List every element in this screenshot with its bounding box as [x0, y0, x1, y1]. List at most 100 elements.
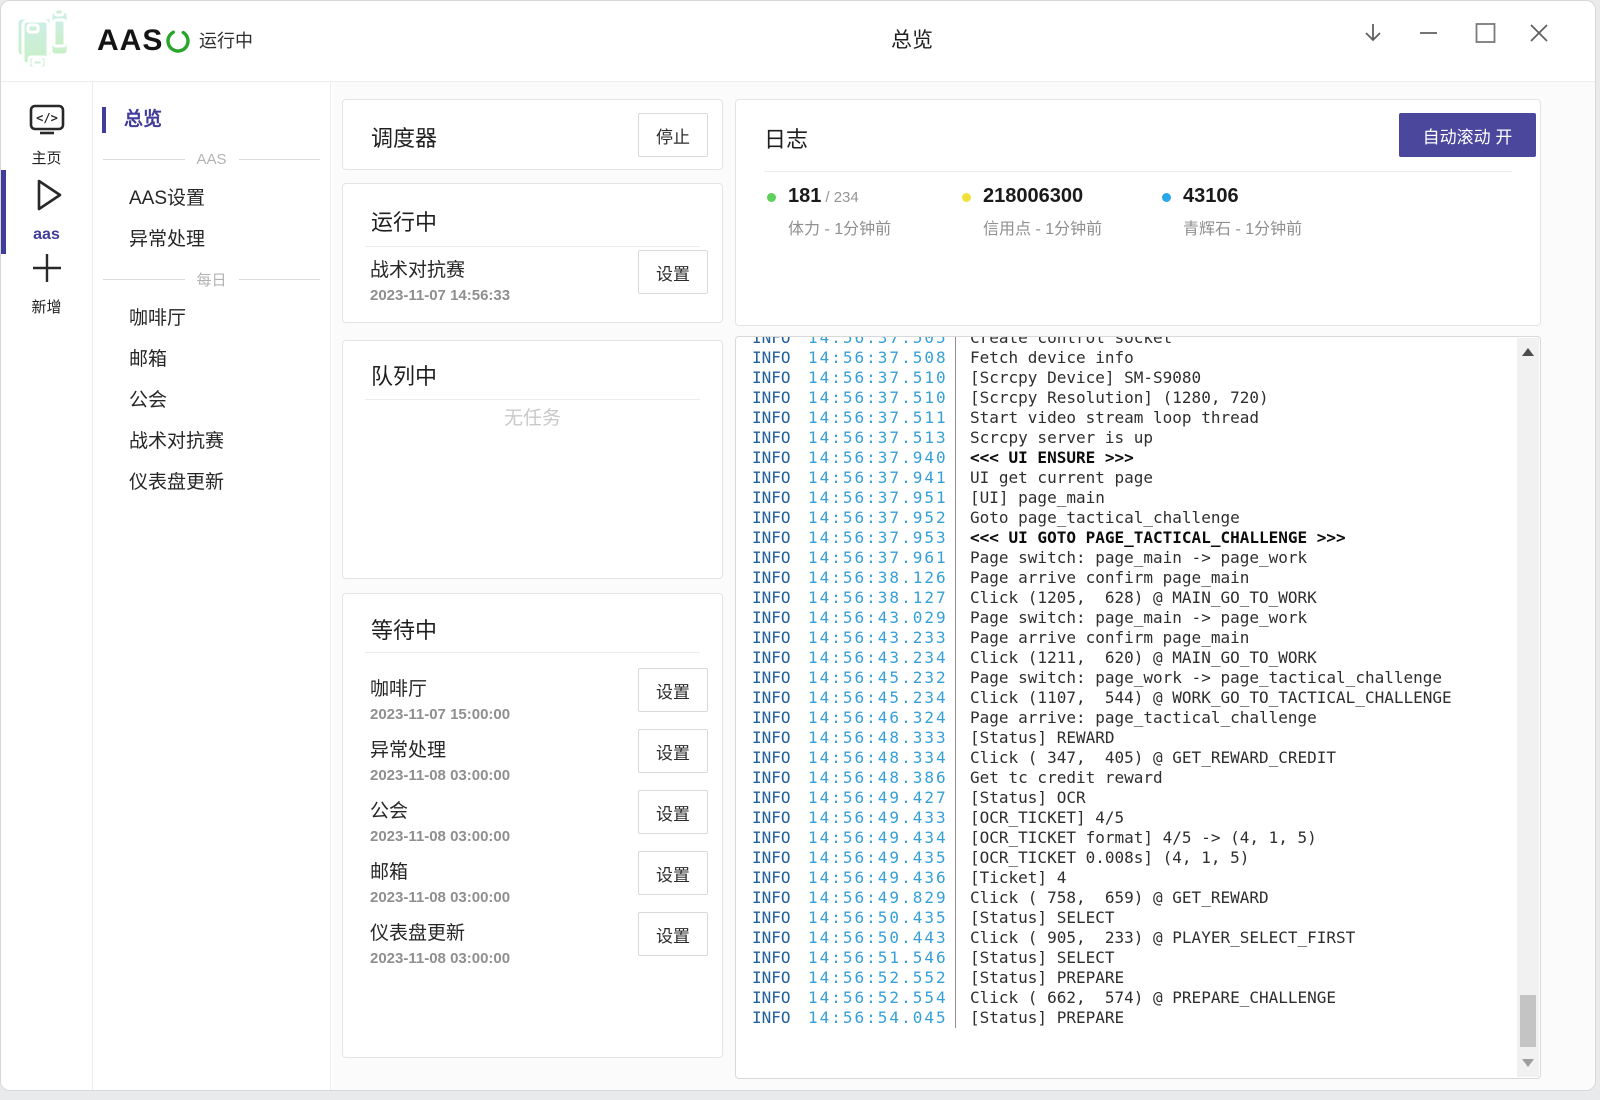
- sidebar-item-cafe[interactable]: 咖啡厅: [93, 298, 330, 339]
- log-level: INFO: [736, 528, 808, 548]
- log-timestamp: 14:56:37.513: [808, 428, 951, 448]
- log-line: INFO 14:56:50.443 Click ( 905, 233) @ PL…: [736, 928, 1514, 948]
- rail-item-home[interactable]: </> 主页: [1, 103, 92, 168]
- sidebar-item-aas-settings[interactable]: AAS设置: [93, 178, 330, 219]
- log-level: INFO: [736, 628, 808, 648]
- log-level: INFO: [736, 1008, 808, 1028]
- log-level: INFO: [736, 648, 808, 668]
- waiting-settings-button[interactable]: 设置: [638, 851, 708, 895]
- log-timestamp: 14:56:49.829: [808, 888, 951, 908]
- log-line: INFO 14:56:38.127 Click (1205, 628) @ MA…: [736, 588, 1514, 608]
- log-message: [Scrcpy Device] SM-S9080: [955, 368, 1201, 388]
- log-message: Click (1107, 544) @ WORK_GO_TO_TACTICAL_…: [955, 688, 1452, 708]
- log-line: INFO 14:56:37.508 Fetch device info: [736, 348, 1514, 368]
- scroll-down-arrow-icon[interactable]: [1522, 1059, 1534, 1067]
- rail-item-add[interactable]: 新增: [1, 250, 92, 317]
- log-message: [OCR_TICKET 0.008s] (4, 1, 5): [955, 848, 1249, 868]
- log-scrollbar[interactable]: [1517, 338, 1539, 1077]
- log-timestamp: 14:56:49.436: [808, 868, 951, 888]
- log-message: Click (1205, 628) @ MAIN_GO_TO_WORK: [955, 588, 1317, 608]
- waiting-task-time: 2023-11-08 03:00:00: [370, 767, 510, 784]
- log-message: <<< UI GOTO PAGE_TACTICAL_CHALLENGE >>>: [955, 528, 1346, 548]
- stop-button[interactable]: 停止: [638, 113, 708, 157]
- download-icon[interactable]: [1359, 19, 1387, 47]
- divider: [365, 399, 700, 400]
- log-message: [Status] PREPARE: [955, 1008, 1124, 1028]
- running-spinner-icon: [164, 27, 192, 55]
- divider: [365, 246, 700, 247]
- minimize-icon[interactable]: [1415, 19, 1443, 47]
- plus-icon: [29, 250, 65, 286]
- log-line: INFO 14:56:37.940 <<< UI ENSURE >>>: [736, 448, 1514, 468]
- waiting-task-time: 2023-11-07 15:00:00: [370, 706, 510, 723]
- waiting-settings-button[interactable]: 设置: [638, 668, 708, 712]
- sidebar-item-guild[interactable]: 公会: [93, 380, 330, 421]
- waiting-settings-button[interactable]: 设置: [638, 912, 708, 956]
- sidebar-item-mail[interactable]: 邮箱: [93, 339, 330, 380]
- log-line: INFO 14:56:37.953 <<< UI GOTO PAGE_TACTI…: [736, 528, 1514, 548]
- log-message: Click (1211, 620) @ MAIN_GO_TO_WORK: [955, 648, 1317, 668]
- log-level: INFO: [736, 808, 808, 828]
- maximize-icon[interactable]: [1471, 19, 1499, 47]
- autoscroll-toggle-button[interactable]: 自动滚动 开: [1399, 113, 1536, 157]
- waiting-task-name: 咖啡厅: [370, 674, 427, 701]
- log-line: INFO 14:56:37.961 Page switch: page_main…: [736, 548, 1514, 568]
- log-level: INFO: [736, 868, 808, 888]
- log-message: Scrcpy server is up: [955, 428, 1153, 448]
- log-level: INFO: [736, 336, 808, 348]
- sidebar-item-dashboard-update[interactable]: 仪表盘更新: [93, 462, 330, 503]
- log-timestamp: 14:56:37.505: [808, 336, 951, 348]
- svg-text:</>: </>: [36, 111, 58, 125]
- stat-dot-green: [767, 193, 776, 202]
- close-icon[interactable]: [1525, 19, 1553, 47]
- log-timestamp: 14:56:49.434: [808, 828, 951, 848]
- scroll-up-arrow-icon[interactable]: [1522, 348, 1534, 356]
- log-message: Create control socket: [955, 336, 1172, 348]
- log-line: INFO 14:56:43.233 Page arrive confirm pa…: [736, 628, 1514, 648]
- waiting-settings-button[interactable]: 设置: [638, 790, 708, 834]
- divider: [365, 652, 700, 653]
- stat-stamina: 181/ 234 体力 - 1分钟前: [767, 186, 891, 239]
- log-level: INFO: [736, 608, 808, 628]
- sidebar-item-tactical-challenge[interactable]: 战术对抗赛: [93, 421, 330, 462]
- log-message: Page switch: page_main -> page_work: [955, 608, 1307, 628]
- log-line: INFO 14:56:43.029 Page switch: page_main…: [736, 608, 1514, 628]
- titlebar: AAS 运行中 总览: [1, 1, 1595, 82]
- log-level: INFO: [736, 408, 808, 428]
- log-message: Fetch device info: [955, 348, 1134, 368]
- log-level: INFO: [736, 988, 808, 1008]
- sidebar-item-label: 总览: [124, 109, 162, 130]
- log-timestamp: 14:56:37.511: [808, 408, 951, 428]
- log-message: Start video stream loop thread: [955, 408, 1259, 428]
- waiting-task-name: 公会: [370, 796, 408, 823]
- scrollbar-thumb[interactable]: [1520, 995, 1536, 1047]
- section-label: AAS: [197, 151, 227, 168]
- running-settings-button[interactable]: 设置: [638, 250, 708, 294]
- app-window: AAS 运行中 总览 </> 主页: [0, 0, 1596, 1091]
- log-line: INFO 14:56:48.334 Click ( 347, 405) @ GE…: [736, 748, 1514, 768]
- waiting-task-name: 仪表盘更新: [370, 918, 465, 945]
- log-message: Page switch: page_main -> page_work: [955, 548, 1307, 568]
- rail-item-aas[interactable]: aas: [1, 174, 92, 244]
- sidebar-item-exception[interactable]: 异常处理: [93, 219, 330, 260]
- log-level: INFO: [736, 848, 808, 868]
- log-viewport[interactable]: INFO 14:56:37.505 Create control socket …: [735, 336, 1541, 1079]
- log-level: INFO: [736, 468, 808, 488]
- running-task-time: 2023-11-07 14:56:33: [370, 287, 510, 304]
- log-timestamp: 14:56:37.953: [808, 528, 951, 548]
- log-level: INFO: [736, 568, 808, 588]
- log-line: INFO 14:56:37.952 Goto page_tactical_cha…: [736, 508, 1514, 528]
- log-message: [Status] PREPARE: [955, 968, 1124, 988]
- section-label: 每日: [197, 269, 227, 290]
- log-level: INFO: [736, 828, 808, 848]
- log-line: INFO 14:56:50.435 [Status] SELECT: [736, 908, 1514, 928]
- waiting-task-row: 邮箱 2023-11-08 03:00:00 设置: [370, 855, 708, 916]
- waiting-settings-button[interactable]: 设置: [638, 729, 708, 773]
- queue-card: 队列中 无任务: [342, 340, 723, 579]
- waiting-task-time: 2023-11-08 03:00:00: [370, 950, 510, 967]
- log-timestamp: 14:56:54.045: [808, 1008, 951, 1028]
- log-message: [UI] page_main: [955, 488, 1105, 508]
- log-message: UI get current page: [955, 468, 1153, 488]
- sidebar-item-overview[interactable]: 总览: [93, 99, 330, 140]
- running-task-name: 战术对抗赛: [370, 255, 465, 282]
